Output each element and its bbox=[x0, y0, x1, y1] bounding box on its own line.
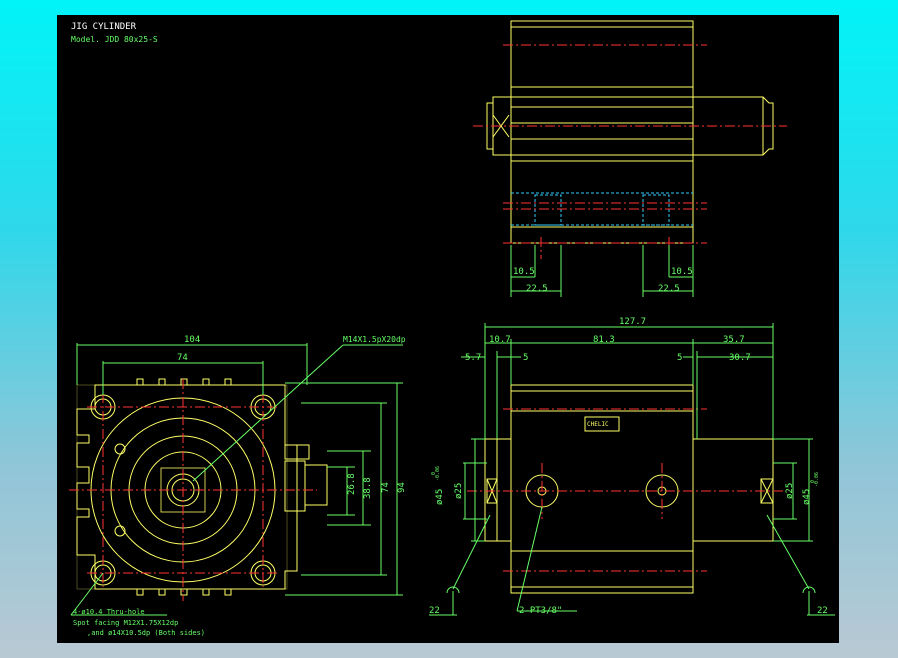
dim-81-3: 81.3 bbox=[593, 335, 615, 345]
dim-94: 94 bbox=[397, 482, 407, 493]
hole-note-3: ,and ø14X10.5dp (Both sides) bbox=[87, 629, 205, 637]
dim-74-side: 74 bbox=[381, 482, 391, 493]
dim-35-7: 35.7 bbox=[723, 335, 745, 345]
cad-drawing: JIG CYLINDER Model. JDD 80x25-S 10.5 22.… bbox=[69, 20, 835, 637]
port-boss bbox=[284, 460, 306, 512]
model-label: Model. JDD 80x25-S bbox=[71, 35, 158, 44]
rear-flange bbox=[484, 438, 512, 542]
dim-10-5-right: 10.5 bbox=[671, 267, 693, 277]
dim-10-5-left: 10.5 bbox=[513, 267, 535, 277]
dim-22-5-right: 22.5 bbox=[658, 284, 680, 294]
tol-left-bot: -0.06 bbox=[435, 466, 441, 481]
dim-22-right: 22 bbox=[817, 606, 828, 616]
dim-5-a: 5 bbox=[523, 353, 528, 363]
dim-104: 104 bbox=[184, 335, 200, 345]
side-view bbox=[429, 323, 835, 616]
port-note: 2-PT3/8" bbox=[519, 606, 562, 616]
end-view-body bbox=[76, 384, 298, 590]
dim-phi25-right: ø25 bbox=[785, 483, 795, 499]
side-centerlines bbox=[467, 408, 785, 572]
hole-note-1: 4-ø10.4 Thru-hole bbox=[73, 608, 145, 616]
hole-note-2: Spot facing M12X1.75X12dp bbox=[73, 619, 178, 627]
nameplate-label: CHELIC bbox=[587, 421, 609, 428]
dim-30-7: 30.7 bbox=[729, 353, 751, 363]
dim-22-left: 22 bbox=[429, 606, 440, 616]
dim-127-7: 127.7 bbox=[619, 317, 646, 327]
dim-74-top: 74 bbox=[177, 353, 188, 363]
dim-10-7: 10.7 bbox=[489, 335, 511, 345]
top-view bbox=[473, 20, 787, 297]
dim-phi25-left: ø25 bbox=[454, 483, 464, 499]
dim-38-8: 38.8 bbox=[363, 477, 373, 499]
drawing-title: JIG CYLINDER bbox=[71, 22, 137, 32]
top-view-body bbox=[510, 20, 694, 244]
dim-5-b: 5 bbox=[677, 353, 682, 363]
dim-26-8: 26.8 bbox=[347, 473, 357, 495]
dim-5-7: 5.7 bbox=[465, 353, 481, 363]
tol-right-bot: -0.06 bbox=[814, 472, 820, 487]
end-centerlines bbox=[69, 379, 317, 601]
thread-note: M14X1.5pX20dp bbox=[343, 335, 406, 344]
drawing-sheet: JIG CYLINDER Model. JDD 80x25-S 10.5 22.… bbox=[57, 15, 839, 643]
dim-22-5-left: 22.5 bbox=[526, 284, 548, 294]
dim-phi45-right: ø45 bbox=[802, 489, 812, 505]
dim-phi45-left: ø45 bbox=[435, 489, 445, 505]
